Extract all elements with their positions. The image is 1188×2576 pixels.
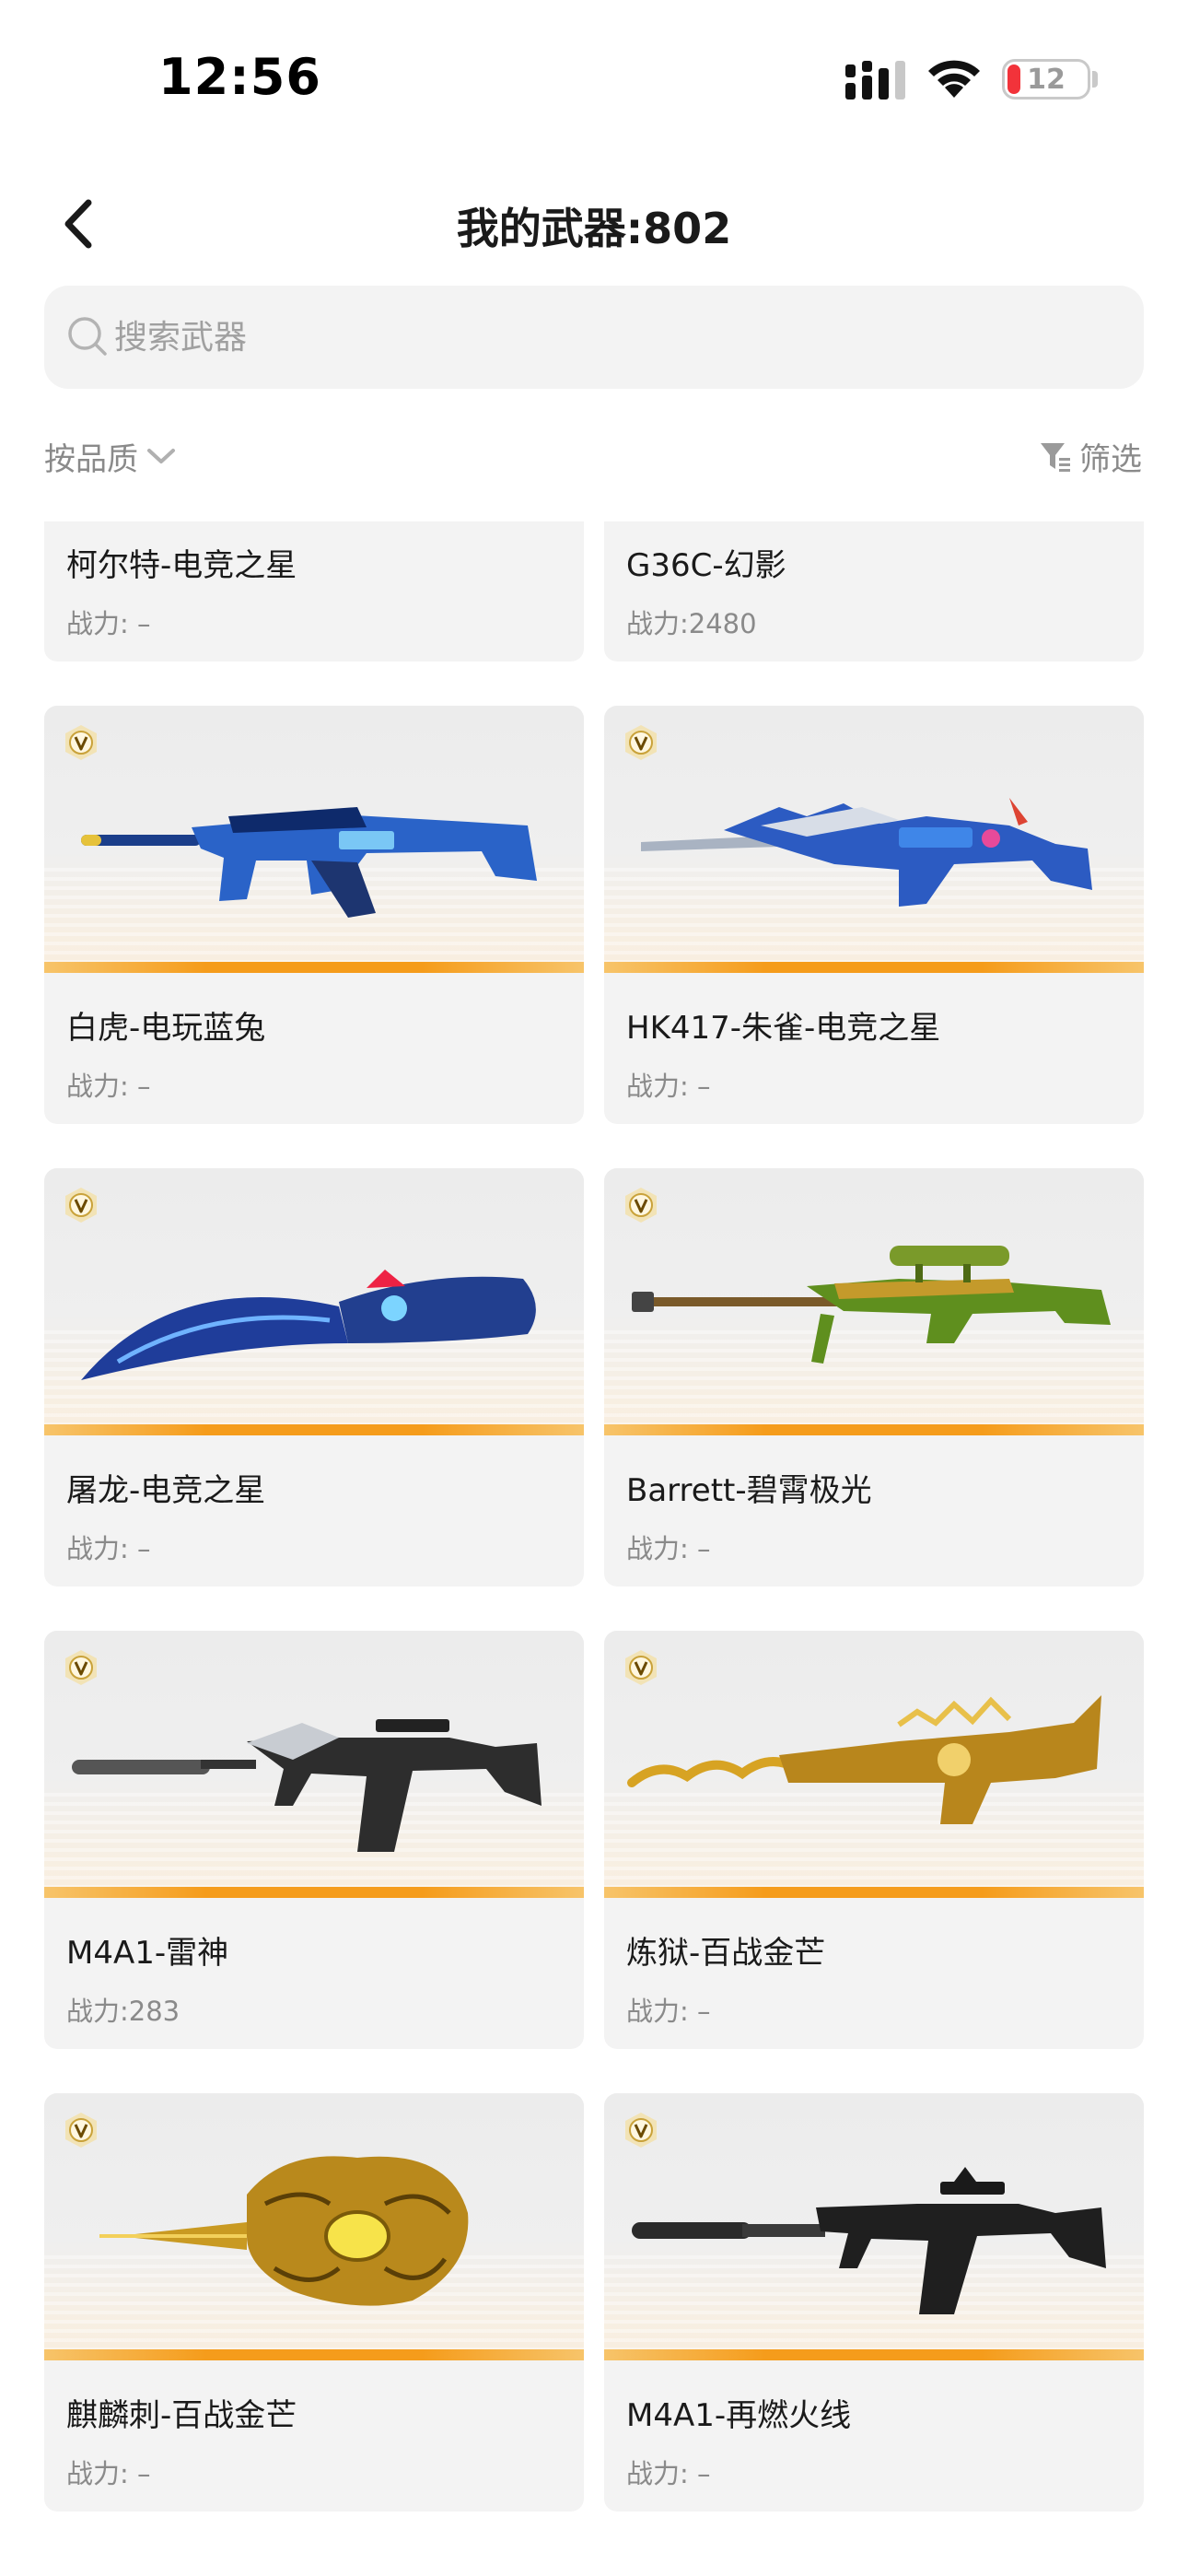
weapon-name: HK417-朱雀-电竞之星: [626, 1010, 941, 1047]
weapon-card[interactable]: G36C-幻影 战力:2480: [604, 521, 1144, 662]
quality-bar: [604, 962, 1144, 973]
status-time: 12:56: [158, 48, 321, 106]
weapon-name: Barrett-碧霄极光: [626, 1472, 872, 1509]
assault-rifle-blue-silver-icon: [641, 798, 1092, 907]
m4a1-classic-icon: [632, 2167, 1106, 2314]
weapon-card[interactable]: M4A1-再燃火线 战力: –: [604, 2093, 1144, 2512]
chevron-down-icon: [147, 449, 175, 463]
golden-dagger-icon: [99, 2156, 469, 2306]
search-icon: [68, 317, 107, 356]
kukri-knife-icon: [81, 1270, 536, 1380]
weapon-power: 战力: –: [626, 2458, 711, 2489]
wifi-icon: [928, 60, 980, 98]
weapon-list[interactable]: 柯尔特-电竞之星 战力: – G36C-幻影 战力:2480 白虎-电玩蓝兔 战…: [0, 521, 1188, 2576]
search-input[interactable]: [114, 286, 1109, 389]
assault-rifle-blue-icon: [81, 807, 537, 918]
weapon-power: 战力: –: [66, 1533, 151, 1564]
weapon-power: 战力: –: [626, 1996, 711, 2027]
gatling-gold-dragon-icon: [627, 1695, 1101, 1824]
weapon-power: 战力: –: [66, 2458, 151, 2489]
battery-icon: 12: [1002, 59, 1090, 100]
weapon-card[interactable]: 柯尔特-电竞之星 战力: –: [44, 521, 584, 662]
weapon-card[interactable]: HK417-朱雀-电竞之星 战力: –: [604, 706, 1144, 1124]
weapon-name: G36C-幻影: [626, 547, 786, 584]
quality-bar: [604, 2349, 1144, 2360]
battery-cap: [1092, 71, 1098, 88]
search-bar[interactable]: [44, 286, 1144, 389]
quality-bar: [44, 1424, 584, 1435]
weapon-power: 战力: –: [626, 1533, 711, 1564]
cellular-signal-icon: [845, 61, 905, 100]
m4a1-black-icon: [72, 1719, 542, 1852]
weapon-card[interactable]: 炼狱-百战金芒 战力: –: [604, 1631, 1144, 2049]
sort-label: 按品质: [44, 440, 138, 478]
weapon-power: 战力: –: [626, 1071, 711, 1102]
weapon-card[interactable]: M4A1-雷神 战力:283: [44, 1631, 584, 2049]
page-title: 我的武器:802: [456, 204, 732, 253]
weapon-grid: 柯尔特-电竞之星 战力: – G36C-幻影 战力:2480 白虎-电玩蓝兔 战…: [44, 521, 1144, 2512]
filter-label: 筛选: [1079, 440, 1142, 478]
weapon-name: M4A1-再燃火线: [626, 2397, 852, 2434]
status-bar: 12:56 12: [0, 0, 1188, 157]
weapon-card[interactable]: 白虎-电玩蓝兔 战力: –: [44, 706, 584, 1124]
weapon-name: 麒麟刺-百战金芒: [66, 2397, 297, 2434]
sniper-rifle-green-icon: [632, 1246, 1111, 1364]
weapon-name: 柯尔特-电竞之星: [66, 547, 297, 584]
weapon-power: 战力:2480: [626, 608, 757, 639]
weapon-power: 战力: –: [66, 1071, 151, 1102]
filter-button[interactable]: 筛选: [1039, 433, 1142, 479]
sort-by-quality-dropdown[interactable]: 按品质: [44, 433, 177, 479]
weapon-name: 炼狱-百战金芒: [626, 1935, 826, 1972]
battery-level: 12: [1027, 64, 1066, 96]
weapon-name: 屠龙-电竞之星: [66, 1472, 266, 1509]
weapon-name: 白虎-电玩蓝兔: [66, 1010, 266, 1047]
quality-bar: [44, 2349, 584, 2360]
quality-bar: [604, 1424, 1144, 1435]
filter-icon: [1041, 443, 1070, 472]
weapon-card[interactable]: 麒麟刺-百战金芒 战力: –: [44, 2093, 584, 2512]
quality-bar: [604, 1887, 1144, 1898]
quality-bar: [44, 962, 584, 973]
weapon-card[interactable]: Barrett-碧霄极光 战力: –: [604, 1168, 1144, 1587]
weapon-card[interactable]: 屠龙-电竞之星 战力: –: [44, 1168, 584, 1587]
quality-bar: [44, 1887, 584, 1898]
weapon-power: 战力:283: [66, 1996, 181, 2027]
weapon-name: M4A1-雷神: [66, 1935, 229, 1972]
weapon-power: 战力: –: [66, 608, 151, 639]
